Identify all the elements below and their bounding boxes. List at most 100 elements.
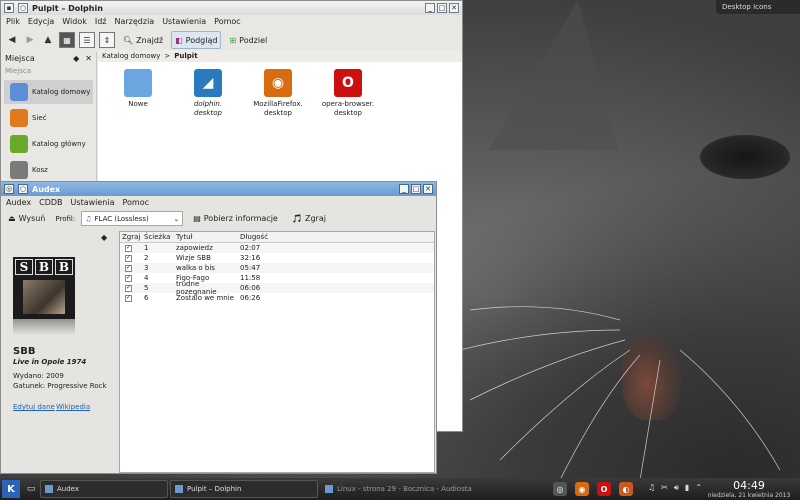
pin-icon[interactable]: ○ [18,3,28,13]
split-button[interactable]: ⊞ Podziel [225,31,271,49]
firefox-tray-icon[interactable]: ◉ [575,482,589,496]
maximize-button[interactable]: □ [437,3,447,13]
show-desktop-icon[interactable]: ▭ [24,482,38,496]
volume-icon[interactable]: 🔊︎ [674,483,679,493]
menu-settings[interactable]: Ustawienia [162,17,206,26]
preview-button[interactable]: ◧ Podgląd [171,31,222,49]
audex-titlebar[interactable]: ◎ ○ Audex _ □ ✕ [1,182,436,196]
close-button[interactable]: ✕ [423,184,433,194]
file-item[interactable]: Nowe [110,69,166,118]
track-row[interactable]: ✓ 5 trudne pozegnanie 06:06 [120,280,434,296]
track-row[interactable]: ✓ 1 zapowiedz 02:07 [120,243,434,253]
taskbar-task[interactable]: Linux - strona 29 - Bocznica - Audiosta [320,480,496,498]
menu-file[interactable]: Plik [6,17,20,26]
track-row[interactable]: ✓ 4 Figo-Fago 11:58 [120,273,434,283]
taskbar-task[interactable]: Pulpit – Dolphin [170,480,318,498]
rip-checkbox[interactable]: ✓ [125,294,132,302]
menu-help[interactable]: Pomoc [123,198,150,207]
kde-menu-icon[interactable]: K [2,480,20,498]
file-item[interactable]: Oopera-browser. desktop [320,69,376,118]
taskbar-task-label: Audex [57,485,79,493]
menu-go[interactable]: Idź [95,17,107,26]
dolphin-titlebar[interactable]: ▪ ○ Pulpit – Dolphin _ □ ✕ [1,1,462,15]
close-button[interactable]: ✕ [449,3,459,13]
track-rip-cell: ✓ [120,244,142,252]
opera-tray-icon[interactable]: O [597,482,611,496]
breadcrumb-current[interactable]: Pulpit [174,52,197,60]
file-item[interactable]: ◢ dolphin. desktop [180,69,236,118]
breadcrumb-parent[interactable]: Katalog domowy [102,52,160,60]
clock[interactable]: 04:49 niedziela, 21 kwietnia 2013 [702,478,796,500]
menu-audex[interactable]: Audex [6,198,31,207]
menu-cddb[interactable]: CDDB [39,198,62,207]
audex-tray-icon[interactable]: ◎ [553,482,567,496]
pin-icon[interactable]: ○ [18,184,28,194]
split-label: Podziel [239,35,268,45]
track-title: zapowiedz [176,244,213,252]
eject-button[interactable]: ⏏ Wysuń [4,210,49,228]
taskbar-task-label: Linux - strona 29 - Bocznica - Audiosta [337,485,472,493]
clipboard-icon[interactable]: ✂ [661,483,668,493]
find-button[interactable]: 🔍︎ Znajdź [119,31,167,49]
back-arrow-icon[interactable]: ◀ [5,33,19,47]
wikipedia-link[interactable]: Wikipedia [56,403,90,411]
breadcrumb-separator: > [164,52,171,60]
track-row[interactable]: ✓ 2 Wizje SBB 32:16 [120,253,434,263]
battery-icon[interactable]: ▮ [685,483,689,493]
window-menu-icon[interactable]: ▪ [4,3,14,13]
icons-view-button[interactable]: ▦ [59,32,75,48]
columns-view-button[interactable]: ⇕ [99,32,115,48]
track-length: 06:06 [240,284,261,292]
profile-select[interactable]: ♫ FLAC (Lossless) ⌄ [81,211,184,226]
rip-checkbox[interactable]: ✓ [125,284,132,292]
details-view-button[interactable]: ☰ [79,32,95,48]
edit-data-link[interactable]: Edytuj dane [13,403,55,411]
fetch-info-button[interactable]: ▤ Pobierz informacje [189,210,282,228]
maximize-button[interactable]: □ [411,184,421,194]
places-item[interactable]: Katalog główny [4,132,93,156]
menu-help[interactable]: Pomoc [214,17,241,26]
menu-view[interactable]: Widok [62,17,87,26]
taskbar-task[interactable]: Audex [40,480,168,498]
rip-checkbox[interactable]: ✓ [125,274,132,282]
minimize-button[interactable]: _ [399,184,409,194]
rip-checkbox[interactable]: ✓ [125,264,132,272]
places-item[interactable]: Kosz [4,158,93,182]
audex-toolbar: ⏏ Wysuń Profil: ♫ FLAC (Lossless) ⌄ ▤ Po… [1,209,436,228]
forward-arrow-icon[interactable]: ▶ [23,33,37,47]
find-label: Znajdź [136,35,164,45]
file-item[interactable]: ◉ MozillaFirefox. desktop [250,69,306,118]
dolphin-title: Pulpit – Dolphin [32,3,103,13]
places-item[interactable]: Katalog domowy [4,80,93,104]
places-item[interactable]: Sieć [4,106,93,130]
rip-checkbox[interactable]: ✓ [125,244,132,252]
audex-window: ◎ ○ Audex _ □ ✕ Audex CDDB Ustawienia Po… [0,181,437,474]
panel-float-icon[interactable]: ◆ [101,233,107,242]
desktop-icons-widget[interactable]: Desktop Icons [716,0,800,14]
music-note-icon[interactable]: ♫ [648,483,655,493]
network-icon [10,109,28,127]
menu-edit[interactable]: Edycja [28,17,54,26]
rip-checkbox[interactable]: ✓ [125,254,132,262]
album-artist: SBB [13,346,36,357]
panel-close-icon[interactable]: ✕ [85,54,92,63]
rip-button[interactable]: 🎵︎ Zgraj [288,210,330,228]
window-menu-icon[interactable]: ◎ [4,184,14,194]
places-item-label: Katalog domowy [32,88,91,96]
track-row[interactable]: ✓ 3 walka o bis 05:47 [120,263,434,273]
menu-settings[interactable]: Ustawienia [71,198,115,207]
folder-icon [124,69,152,97]
menu-tools[interactable]: Narzędzia [115,17,155,26]
browser-tray-icon[interactable]: ◐ [619,482,633,496]
panel-float-icon[interactable]: ◆ [73,54,79,63]
up-arrow-icon[interactable]: ▲ [41,33,55,47]
column-header-length[interactable]: Długość [238,233,278,241]
column-header-track[interactable]: Ścieżka [142,233,174,241]
minimize-button[interactable]: _ [425,3,435,13]
desktop-icons-label: Desktop Icons [722,3,772,11]
preview-label: Podgląd [185,35,218,45]
track-row[interactable]: ✓ 6 Zostalo we mnie 06:26 [120,293,434,303]
audex-title: Audex [32,184,61,194]
column-header-rip[interactable]: Zgraj [120,233,142,241]
column-header-title[interactable]: Tytuł [174,233,238,241]
